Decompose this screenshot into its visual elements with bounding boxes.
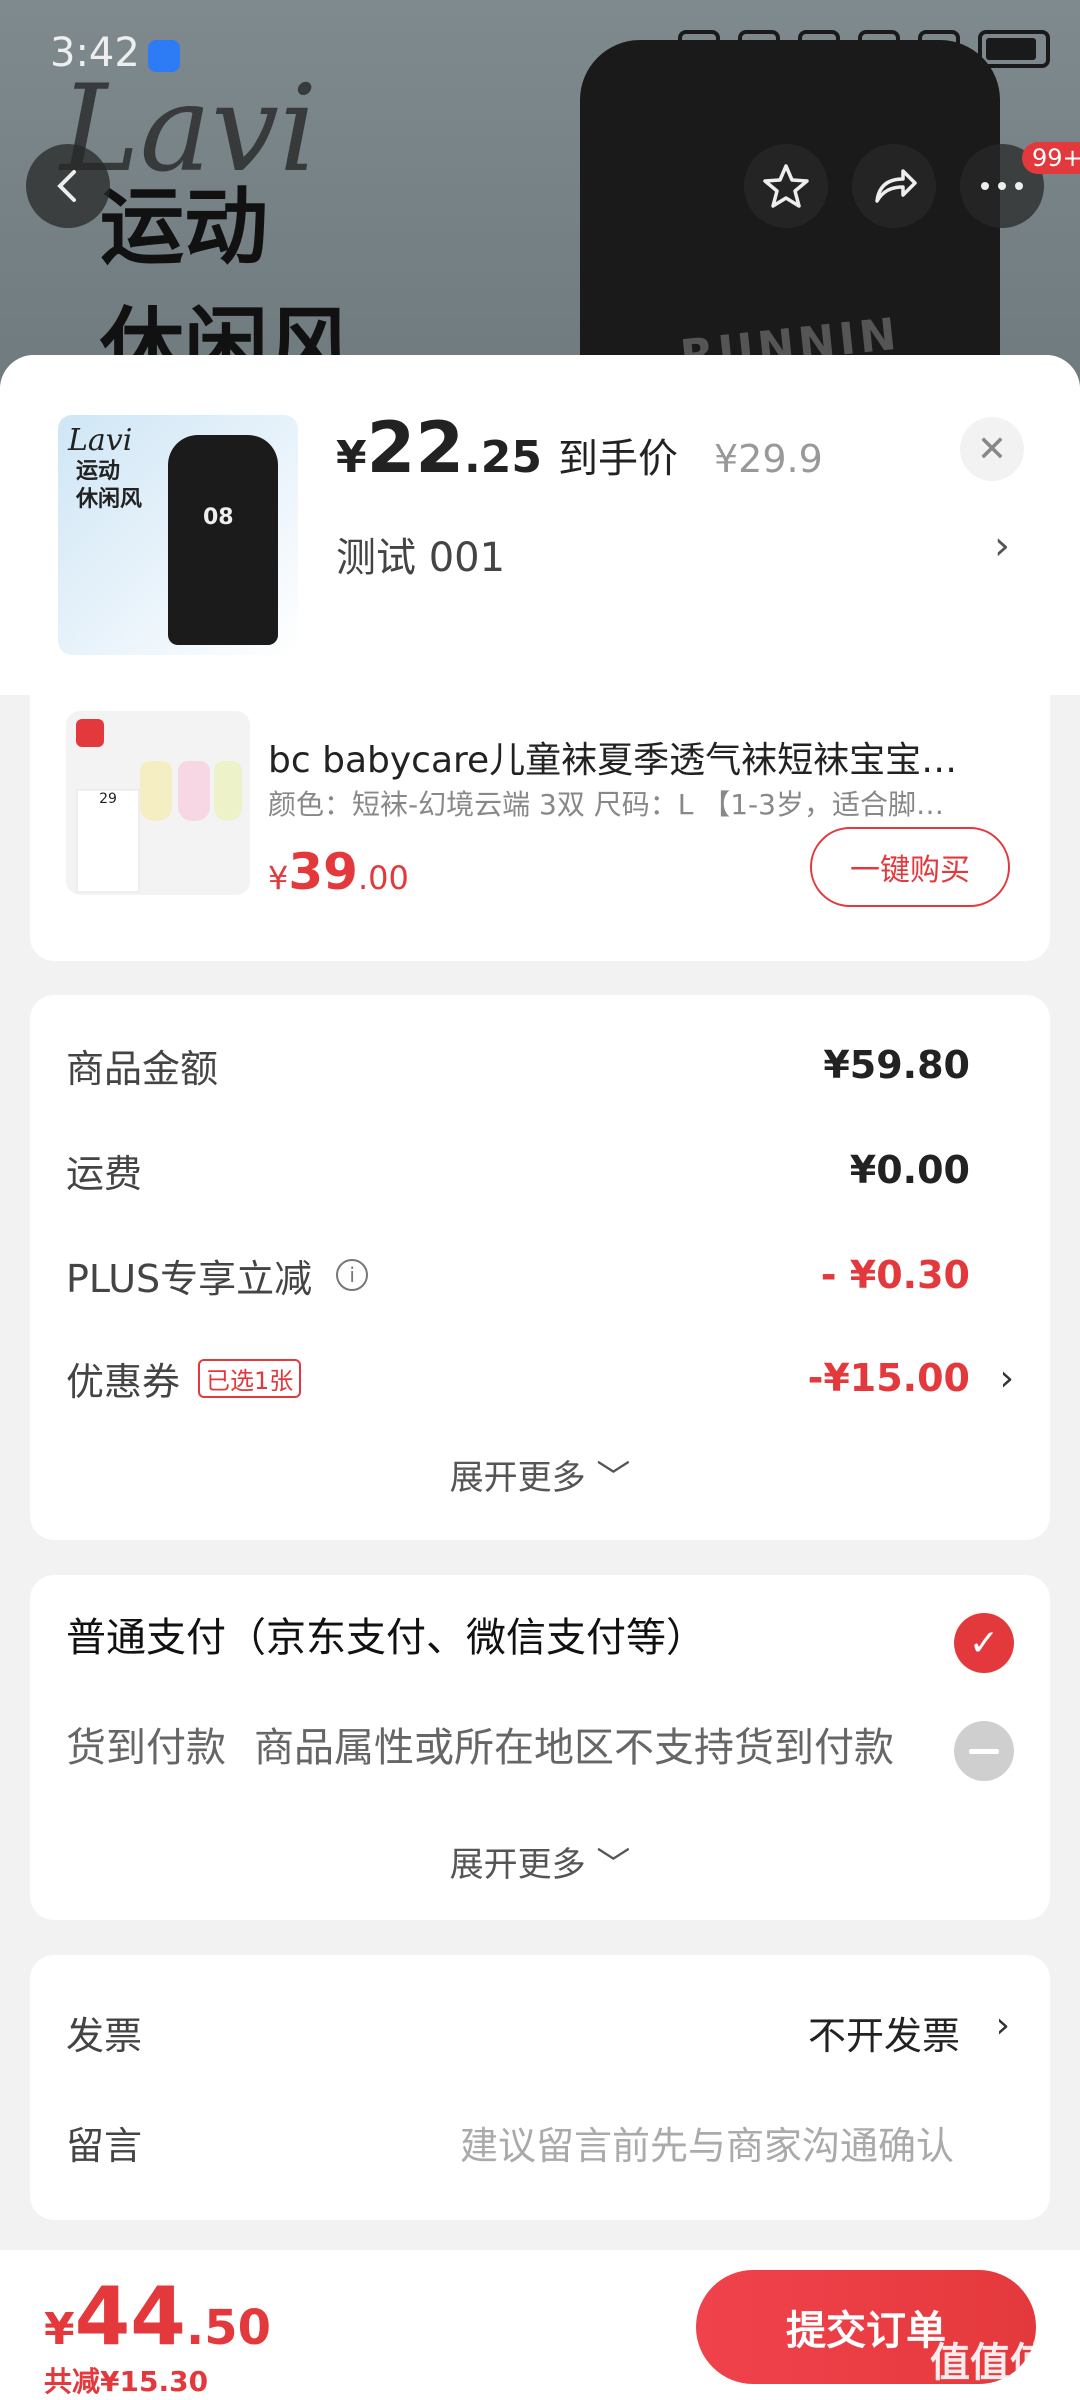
signal-4g-icon <box>858 30 900 68</box>
rec-price-integer: 39 <box>288 843 358 901</box>
note-input[interactable]: 建议留言前先与商家沟通确认 <box>460 2115 954 2170</box>
final-price: ¥ 22 .25 到手价 ¥29.9 <box>336 407 823 489</box>
info-icon[interactable]: i <box>336 1259 369 1291</box>
recommended-product-card: 29 bc babycare儿童袜夏季透气袜短袜宝宝… 颜色：短袜-幻境云端 3… <box>30 693 1050 961</box>
close-icon: ✕ <box>976 428 1008 470</box>
battery-icon <box>978 30 1050 68</box>
order-sheet: Lavi 运动 休闲风 08 ¥ 22 .25 到手价 ¥29.9 ✕ 测试 0… <box>0 355 1080 2245</box>
note-label: 留言 <box>66 2124 143 2168</box>
sock-green <box>214 761 242 821</box>
price-currency: ¥ <box>336 432 367 483</box>
total-saved: 共减¥15.30 <box>44 2365 209 2398</box>
normal-payment-option[interactable]: 普通支付（京东支付、微信支付等） <box>66 1605 706 1663</box>
shipping-label: 运费 <box>66 1151 143 1196</box>
thumb-slogan-2: 休闲风 <box>76 487 143 512</box>
notification-icon <box>148 40 180 72</box>
cod-label: 货到付款 <box>66 1725 226 1771</box>
total-integer: 44 <box>74 2270 186 2363</box>
checkout-bar: ¥ 44 .50 共减¥15.30 提交订单 <box>0 2250 1080 2400</box>
coupon-value: -¥15.00 <box>807 1356 970 1400</box>
original-price: ¥29.9 <box>714 437 823 481</box>
more-dots-icon <box>981 182 1023 190</box>
wifi-icon <box>798 30 840 68</box>
recommended-product-spec: 颜色：短袜-幻境云端 3双 尺码：L 【1-3岁，适合脚… <box>268 788 944 821</box>
favorite-button[interactable] <box>744 144 828 228</box>
eye-icon <box>678 30 720 68</box>
invoice-card: 发票 不开发票 › 留言 建议留言前先与商家沟通确认 <box>30 1955 1050 2220</box>
cod-description: 商品属性或所在地区不支持货到付款 <box>254 1725 894 1771</box>
chevron-left-icon <box>57 170 76 202</box>
share-icon <box>875 169 917 203</box>
recommended-product-image[interactable]: 29 <box>66 711 250 895</box>
thumb-pants <box>168 435 278 645</box>
product-thumbnail[interactable]: Lavi 运动 休闲风 08 <box>58 415 298 655</box>
payment-card: 普通支付（京东支付、微信支付等） ✓ 货到付款 商品属性或所在地区不支持货到付款 … <box>30 1575 1050 1920</box>
coupon-row[interactable]: 优惠券 已选1张 -¥15.00 › <box>66 1348 1014 1408</box>
sheet-header: Lavi 运动 休闲风 08 ¥ 22 .25 到手价 ¥29.9 ✕ 测试 0… <box>0 355 1080 695</box>
price-integer: 22 <box>366 407 465 489</box>
plus-discount-value: - ¥0.30 <box>820 1253 970 1297</box>
total-price: ¥ 44 .50 <box>44 2270 271 2363</box>
coupon-selected-tag: 已选1张 <box>198 1358 302 1398</box>
chevron-right-icon: › <box>999 1357 1014 1399</box>
disabled-radio-icon <box>954 1721 1014 1781</box>
rec-price-currency: ¥ <box>268 859 289 897</box>
status-icons <box>678 30 1050 68</box>
amount-summary-card: 商品金额 ¥59.80 运费 ¥0.00 PLUS专享立减 i - ¥0.30 … <box>30 995 1050 1540</box>
invoice-value[interactable]: 不开发票 <box>808 2005 960 2060</box>
star-icon <box>763 164 809 208</box>
promo-tag: 29 <box>76 789 140 893</box>
rec-price-decimal: .00 <box>357 859 409 897</box>
shipping-row: 运费 ¥0.00 <box>66 1140 970 1200</box>
chevron-right-icon[interactable]: › <box>996 2005 1010 2046</box>
goods-amount-value: ¥59.80 <box>823 1043 970 1087</box>
selected-spec[interactable]: 测试 001 <box>336 525 505 583</box>
back-button[interactable] <box>26 144 110 228</box>
status-time: 3:42 <box>50 30 140 76</box>
plus-discount-row: PLUS专享立减 i - ¥0.30 <box>66 1245 970 1305</box>
chevron-right-icon[interactable]: › <box>994 523 1010 569</box>
message-count-badge: 99+ <box>1022 142 1080 174</box>
total-decimal: .50 <box>185 2300 271 2356</box>
recommended-product-title[interactable]: bc babycare儿童袜夏季透气袜短袜宝宝… <box>268 731 1008 783</box>
sock-yellow <box>140 761 172 821</box>
cod-payment-option: 货到付款 商品属性或所在地区不支持货到付款 <box>66 1715 894 1773</box>
invoice-label: 发票 <box>66 2014 143 2058</box>
expand-more-payment[interactable]: 展开更多 ﹀ <box>30 1837 1050 1886</box>
close-button[interactable]: ✕ <box>960 417 1024 481</box>
watermark-logo: 值值值 <box>930 2340 1050 2386</box>
status-bar: 3:42 <box>0 0 1080 110</box>
plus-discount-label: PLUS专享立减 <box>66 1256 313 1301</box>
shipping-value: ¥0.00 <box>849 1148 970 1192</box>
checkmark-icon[interactable]: ✓ <box>954 1613 1014 1673</box>
share-button[interactable] <box>852 144 936 228</box>
recommended-product-price: ¥ 39 .00 <box>268 843 409 901</box>
goods-amount-row: 商品金额 ¥59.80 <box>66 1035 970 1095</box>
alarm-icon <box>738 30 780 68</box>
coupon-label: 优惠券 <box>66 1359 181 1404</box>
slogan-line-1: 运动 <box>100 178 269 276</box>
price-decimal: .25 <box>464 432 542 483</box>
one-click-buy-button[interactable]: 一键购买 <box>810 827 1010 907</box>
total-currency: ¥ <box>44 2304 75 2355</box>
signal-4g-icon-2 <box>918 30 960 68</box>
thumb-number: 08 <box>203 505 234 530</box>
babycare-logo-icon <box>76 719 104 747</box>
sock-pink <box>178 761 210 821</box>
goods-amount-label: 商品金额 <box>66 1046 219 1091</box>
expand-more-amounts[interactable]: 展开更多 ﹀ <box>30 1450 1050 1499</box>
price-label: 到手价 <box>558 436 678 482</box>
